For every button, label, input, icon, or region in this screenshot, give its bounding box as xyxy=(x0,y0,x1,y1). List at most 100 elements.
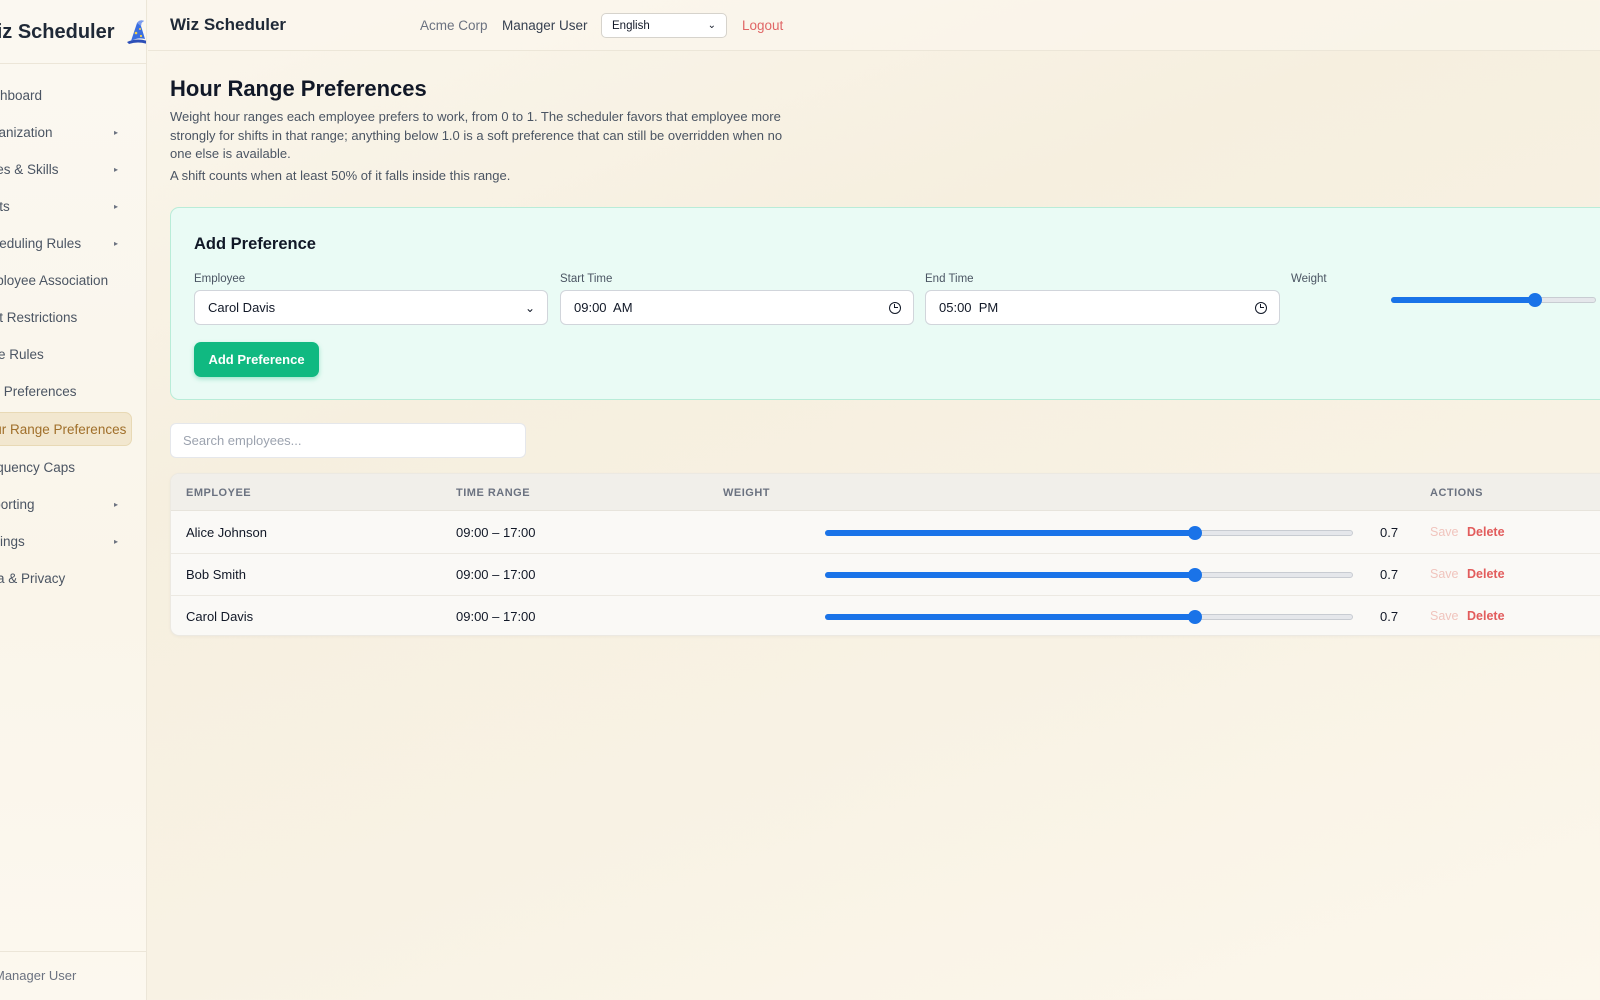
time-range-cell: 09:00 – 17:00 xyxy=(456,609,536,624)
sidebar-item-scheduling-rules[interactable]: Scheduling Rules ▸ xyxy=(0,226,132,260)
brand-name: Wiz Scheduler xyxy=(0,20,115,43)
slider-thumb[interactable] xyxy=(1527,293,1542,307)
preferences-table: EMPLOYEE TIME RANGE WEIGHT ACTIONS Alice… xyxy=(170,473,1600,636)
start-time-value: 09:00 AM xyxy=(574,300,633,315)
sidebar-item-label: Hour Range Preferences xyxy=(0,421,127,437)
language-value: English xyxy=(612,19,650,32)
weight-slider[interactable] xyxy=(825,526,1353,540)
time-range-cell: 09:00 – 17:00 xyxy=(456,525,536,540)
delete-button[interactable]: Delete xyxy=(1467,525,1505,539)
sidebar-item-label: Scheduling Rules xyxy=(0,235,82,251)
sidebar-item-shifts[interactable]: Shifts ▸ xyxy=(0,189,132,223)
table-row: Bob Smith 09:00 – 17:00 0.7 Save Delete xyxy=(171,554,1600,596)
sidebar-item-hour-range-preferences[interactable]: Hour Range Preferences xyxy=(0,412,132,446)
employee-cell: Carol Davis xyxy=(186,609,254,624)
weight-value: 0.7 xyxy=(1380,525,1399,540)
column-header-employee: EMPLOYEE xyxy=(186,487,252,499)
sidebar-divider xyxy=(0,951,146,952)
clock-icon[interactable] xyxy=(1255,301,1267,314)
sidebar-item-label: Time Rules xyxy=(0,346,44,362)
sidebar-item-shift-restrictions[interactable]: Shift Restrictions xyxy=(0,300,132,334)
sidebar-item-label: Reporting xyxy=(0,496,35,512)
time-range-cell: 09:00 – 17:00 xyxy=(456,567,536,582)
wizard-hat-icon xyxy=(126,20,146,44)
end-time-input[interactable]: 05:00 PM xyxy=(925,290,1280,325)
save-button[interactable]: Save xyxy=(1430,567,1459,581)
page-description: Weight hour ranges each employee prefers… xyxy=(170,109,783,161)
sidebar-item-label: Data & Privacy xyxy=(0,570,66,586)
sidebar-item-label: Dashboard xyxy=(0,87,43,103)
sidebar-item-data-privacy[interactable]: Data & Privacy xyxy=(0,561,132,595)
sidebar-item-settings[interactable]: Settings ▸ xyxy=(0,524,132,558)
chevron-down-icon: ⌄ xyxy=(524,300,535,315)
slider-thumb[interactable] xyxy=(1187,568,1202,582)
search-input[interactable] xyxy=(170,423,526,458)
delete-button[interactable]: Delete xyxy=(1467,567,1505,581)
current-user: Manager User xyxy=(502,18,588,33)
caret-right-icon: ▸ xyxy=(113,127,118,137)
slider-fill xyxy=(825,614,1195,620)
employee-cell: Alice Johnson xyxy=(186,525,267,540)
column-header-actions: ACTIONS xyxy=(1430,487,1483,499)
sidebar-item-employee-association[interactable]: Employee Association xyxy=(0,263,132,297)
slider-thumb[interactable] xyxy=(1187,526,1202,540)
organization-name: Acme Corp xyxy=(420,18,488,33)
brand[interactable]: Wiz Scheduler xyxy=(0,14,146,50)
employee-label: Employee xyxy=(194,273,246,285)
sidebar-divider xyxy=(0,63,146,64)
language-select[interactable]: English ⌄ xyxy=(601,13,727,38)
add-preference-card: Add Preference Employee Carol Davis ⌄ St… xyxy=(170,207,1600,400)
app-title: Wiz Scheduler xyxy=(170,15,287,34)
caret-right-icon: ▸ xyxy=(113,164,118,174)
employee-select[interactable]: Carol Davis ⌄ xyxy=(194,290,548,325)
sidebar-item-label: Employee Association xyxy=(0,272,109,288)
page-title: Hour Range Preferences xyxy=(170,76,427,101)
slider-thumb[interactable] xyxy=(1187,610,1202,624)
sidebar-item-roles-skills[interactable]: Roles & Skills ▸ xyxy=(0,152,132,186)
add-preference-button[interactable]: Add Preference xyxy=(194,342,319,377)
clock-icon[interactable] xyxy=(889,301,901,314)
sidebar-item-label: Settings xyxy=(0,533,25,549)
weight-value: 0.7 xyxy=(1380,567,1399,582)
end-time-value: 05:00 PM xyxy=(939,300,999,315)
sidebar-item-label: Roles & Skills xyxy=(0,161,59,177)
employee-cell: Bob Smith xyxy=(186,567,246,582)
table-header: EMPLOYEE TIME RANGE WEIGHT ACTIONS xyxy=(171,474,1600,511)
caret-right-icon: ▸ xyxy=(113,536,118,546)
sidebar-item-day-preferences[interactable]: Day Preferences xyxy=(0,374,132,408)
sidebar-item-label: Day Preferences xyxy=(0,383,77,399)
table-row: Alice Johnson 09:00 – 17:00 0.7 Save Del… xyxy=(171,512,1600,554)
sidebar-footer-user[interactable]: Manager User xyxy=(0,968,76,983)
sidebar-item-organization[interactable]: Organization ▸ xyxy=(0,115,132,149)
delete-button[interactable]: Delete xyxy=(1467,609,1505,623)
caret-right-icon: ▸ xyxy=(113,499,118,509)
sidebar-item-label: Frequency Caps xyxy=(0,459,76,475)
logout-link[interactable]: Logout xyxy=(742,18,783,33)
weight-slider[interactable] xyxy=(825,610,1353,624)
chevron-down-icon: ⌄ xyxy=(707,20,716,31)
table-row: Carol Davis 09:00 – 17:00 0.7 Save Delet… xyxy=(171,596,1600,635)
top-bar: Wiz Scheduler Acme Corp Manager User Eng… xyxy=(148,0,1600,51)
sidebar-item-frequency-caps[interactable]: Frequency Caps xyxy=(0,450,132,484)
save-button[interactable]: Save xyxy=(1430,609,1459,623)
slider-fill xyxy=(825,572,1195,578)
sidebar-item-time-rules[interactable]: Time Rules xyxy=(0,337,132,371)
end-time-label: End Time xyxy=(925,273,974,285)
column-header-time-range: TIME RANGE xyxy=(456,487,531,499)
page-note: A shift counts when at least 50% of it f… xyxy=(170,168,511,183)
sidebar-item-dashboard[interactable]: Dashboard xyxy=(0,78,132,112)
column-header-weight: WEIGHT xyxy=(723,487,770,499)
sidebar-item-reporting[interactable]: Reporting ▸ xyxy=(0,487,132,521)
sidebar: Wiz Scheduler Dashboard Organization ▸ Ro… xyxy=(0,0,147,1000)
weight-label: Weight xyxy=(1291,273,1327,285)
start-time-label: Start Time xyxy=(560,273,613,285)
sidebar-item-label: Shift Restrictions xyxy=(0,309,78,325)
sidebar-item-label: Organization xyxy=(0,124,53,140)
weight-value: 0.7 xyxy=(1380,609,1399,624)
employee-select-value: Carol Davis xyxy=(208,300,276,315)
weight-slider[interactable] xyxy=(1391,293,1596,307)
save-button[interactable]: Save xyxy=(1430,525,1459,539)
start-time-input[interactable]: 09:00 AM xyxy=(560,290,914,325)
slider-fill xyxy=(825,530,1195,536)
weight-slider[interactable] xyxy=(825,568,1353,582)
